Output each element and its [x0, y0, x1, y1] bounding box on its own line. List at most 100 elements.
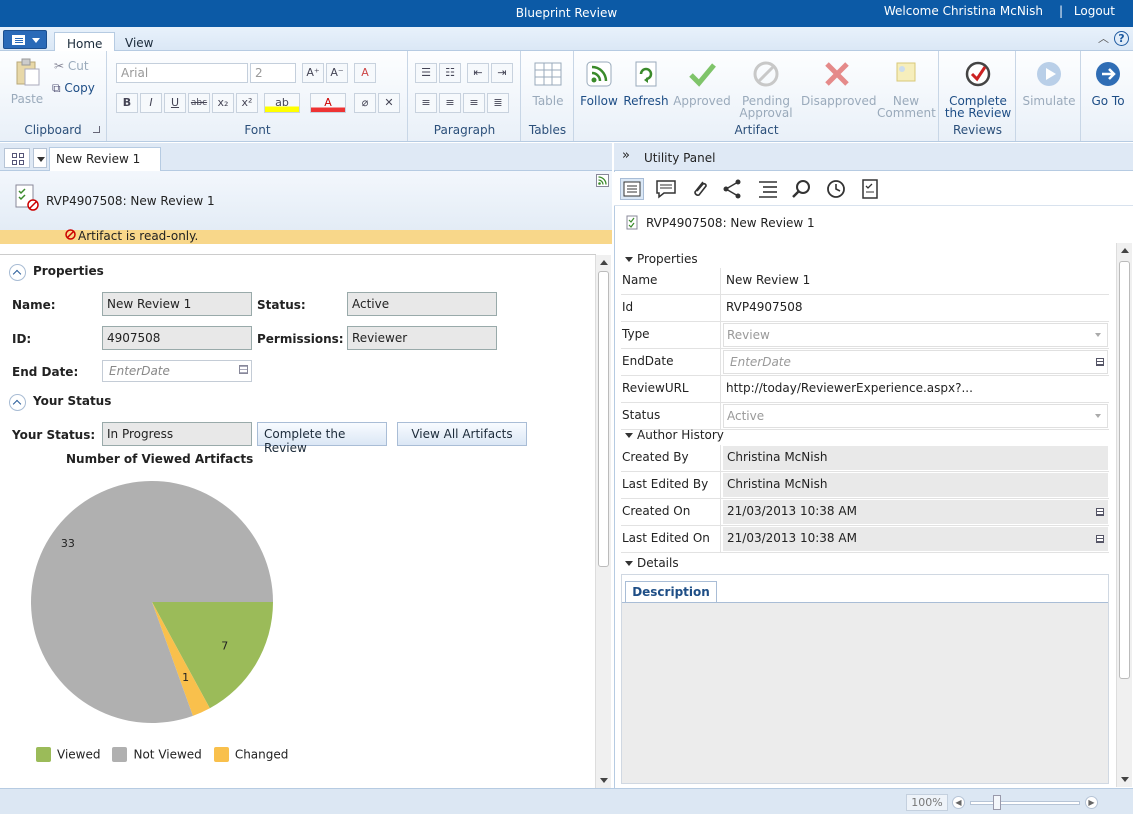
tab-list-button[interactable]	[33, 148, 47, 168]
left-scrollbar[interactable]	[595, 255, 611, 788]
follow-button[interactable]: Follow	[579, 59, 619, 107]
relationships-tab-icon[interactable]	[720, 178, 744, 200]
simulate-group: Simulate	[1017, 51, 1081, 141]
calendar-icon[interactable]	[1096, 535, 1104, 543]
bullet-list-icon[interactable]: ☰	[415, 63, 437, 83]
property-value[interactable]: New Review 1	[723, 269, 1108, 293]
description-tab[interactable]: Description	[625, 581, 717, 603]
tab-view[interactable]: View	[113, 32, 165, 52]
disapproved-button[interactable]: Disapproved	[801, 59, 877, 107]
eraser-icon[interactable]: ⌀	[354, 93, 376, 113]
indent-icon[interactable]: ⇥	[491, 63, 513, 83]
subscript-button[interactable]: x₂	[212, 93, 234, 113]
align-left-icon[interactable]: ≡	[415, 93, 437, 113]
property-value[interactable]: EnterDate	[723, 350, 1108, 374]
collapse-ribbon-icon[interactable]: ︿	[1098, 30, 1109, 46]
view-all-artifacts-button[interactable]: View All Artifacts	[397, 422, 527, 446]
font-size-select[interactable]: 2	[250, 63, 296, 83]
simulate-button[interactable]: Simulate	[1021, 59, 1077, 107]
new-comment-button[interactable]: New Comment	[877, 59, 936, 119]
strikethrough-button[interactable]: abc	[188, 93, 210, 113]
complete-review-ribbon-button[interactable]: Complete the Review	[944, 59, 1012, 119]
property-value[interactable]: Review	[723, 323, 1108, 347]
copy-button[interactable]: ⧉ Copy	[52, 81, 95, 96]
properties-tab-icon[interactable]	[620, 178, 644, 200]
underline-button[interactable]: U	[164, 93, 186, 113]
dialog-launcher-icon[interactable]	[93, 126, 100, 133]
chevron-down-icon[interactable]	[1095, 333, 1101, 337]
zoom-in-icon[interactable]: ▶	[1085, 796, 1098, 809]
property-value[interactable]: 21/03/2013 10:38 AM	[723, 527, 1108, 551]
rss-icon[interactable]	[596, 174, 609, 187]
left-scroll-thumb[interactable]	[598, 271, 609, 567]
utility-properties-header[interactable]: Properties	[625, 252, 698, 266]
highlight-icon[interactable]: ab	[264, 93, 300, 113]
outline-tab-icon[interactable]	[756, 178, 780, 200]
paste-button[interactable]: Paste	[8, 57, 46, 105]
chevron-down-icon[interactable]	[1095, 414, 1101, 418]
app-menu-button[interactable]	[3, 30, 47, 49]
calendar-icon[interactable]	[1096, 358, 1104, 366]
goto-button[interactable]: Go To	[1086, 59, 1130, 107]
calendar-icon[interactable]	[1096, 508, 1104, 516]
bold-button[interactable]: B	[116, 93, 138, 113]
property-value[interactable]: 21/03/2013 10:38 AM	[723, 500, 1108, 524]
font-family-select[interactable]: Arial	[116, 63, 248, 83]
simulate-label: Simulate	[1022, 94, 1076, 108]
logout-link[interactable]: Logout	[1074, 4, 1115, 18]
grid-icon[interactable]	[4, 148, 30, 168]
approved-button[interactable]: Approved	[673, 59, 731, 107]
scroll-down-icon[interactable]	[1121, 777, 1129, 782]
refresh-button[interactable]: Refresh	[623, 59, 669, 107]
justify-icon[interactable]: ≣	[487, 93, 509, 113]
property-value[interactable]: Christina McNish	[723, 473, 1108, 497]
superscript-button[interactable]: x²	[236, 93, 258, 113]
outdent-icon[interactable]: ⇤	[467, 63, 489, 83]
zoom-out-icon[interactable]: ◀	[952, 796, 965, 809]
zoom-slider-thumb[interactable]	[993, 795, 1001, 810]
property-value[interactable]: Active	[723, 404, 1108, 428]
details-header[interactable]: Details	[625, 556, 679, 570]
zoom-slider[interactable]	[970, 801, 1080, 805]
align-center-icon[interactable]: ≡	[439, 93, 461, 113]
calendar-icon[interactable]	[239, 365, 248, 374]
description-editor[interactable]	[622, 602, 1108, 783]
readonly-banner: Artifact is read-only.	[0, 229, 612, 244]
discussions-tab-icon[interactable]	[654, 178, 678, 200]
search-icon[interactable]	[790, 178, 814, 200]
clear-format-icon[interactable]: A	[354, 63, 376, 83]
grow-font-icon[interactable]: A⁺	[302, 63, 324, 83]
collapse-properties-icon[interactable]	[9, 264, 26, 281]
property-value[interactable]: Christina McNish	[723, 446, 1108, 470]
property-name: Last Edited By	[621, 472, 721, 498]
property-value[interactable]: RVP4907508	[723, 296, 1108, 320]
expand-panel-icon[interactable]: »	[622, 148, 630, 163]
collapse-your-status-icon[interactable]	[9, 394, 26, 411]
legend-swatch	[36, 747, 51, 762]
history-tab-icon[interactable]	[824, 178, 848, 200]
attachments-tab-icon[interactable]	[688, 178, 712, 200]
cut-button[interactable]: ✂ Cut	[54, 59, 89, 73]
font-color-icon[interactable]: A	[310, 93, 346, 113]
tab-home[interactable]: Home	[54, 32, 116, 52]
end-date-field[interactable]: EnterDate	[102, 360, 252, 382]
numbered-list-icon[interactable]: ☷	[439, 63, 461, 83]
pending-approval-button[interactable]: Pending Approval	[735, 59, 797, 119]
utility-scroll-thumb[interactable]	[1119, 261, 1130, 679]
help-icon[interactable]: ?	[1114, 31, 1129, 46]
scroll-up-icon[interactable]	[1121, 248, 1129, 253]
scroll-up-icon[interactable]	[600, 260, 608, 265]
author-history-header[interactable]: Author History	[625, 428, 724, 442]
table-button[interactable]: Table	[528, 59, 568, 107]
document-tab-new-review[interactable]: New Review 1	[49, 147, 161, 172]
font-group: Arial 2 A⁺ A⁻ A B I U abc x₂ x² ab A ⌀ ✕…	[108, 51, 408, 141]
property-value[interactable]: http://today/ReviewerExperience.aspx?...	[723, 377, 1108, 401]
scroll-down-icon[interactable]	[600, 778, 608, 783]
italic-button[interactable]: I	[140, 93, 162, 113]
utility-scrollbar[interactable]	[1116, 243, 1132, 787]
align-right-icon[interactable]: ≡	[463, 93, 485, 113]
close-icon[interactable]: ✕	[378, 93, 400, 113]
complete-review-button[interactable]: Complete the Review	[257, 422, 387, 455]
reviews-tab-icon[interactable]	[858, 178, 882, 200]
shrink-font-icon[interactable]: A⁻	[326, 63, 348, 83]
